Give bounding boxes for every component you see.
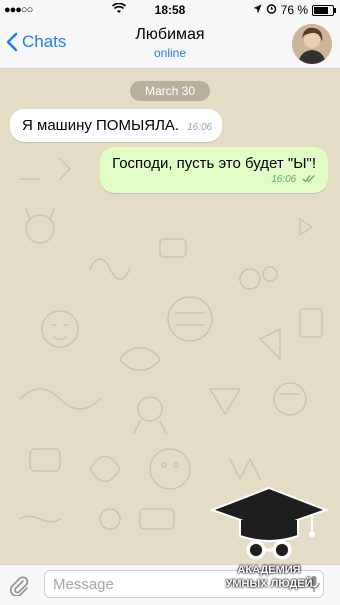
contact-info[interactable]: Любимая online bbox=[0, 26, 340, 60]
chat-header: Chats Любимая online bbox=[0, 20, 340, 69]
paperclip-icon bbox=[10, 576, 29, 597]
battery-percent: 76 % bbox=[280, 3, 308, 17]
graduation-cap-icon bbox=[209, 486, 329, 560]
contact-status: online bbox=[153, 46, 187, 60]
attach-button[interactable] bbox=[8, 574, 30, 601]
avatar[interactable] bbox=[292, 24, 332, 64]
watermark-logo: АКАДЕМИЯ УМНЫХ ЛЮДЕЙ bbox=[208, 484, 330, 596]
message-text: Я машину ПОМЫЯЛА. bbox=[22, 117, 180, 134]
message-time: 16:06 bbox=[187, 122, 213, 133]
alarm-icon bbox=[266, 3, 277, 17]
location-arrow-icon bbox=[253, 3, 262, 17]
status-bar: ●●●○○ 18:58 76 % bbox=[0, 0, 340, 20]
message-time: 16:06 bbox=[271, 174, 297, 185]
watermark-line-1: АКАДЕМИЯ bbox=[237, 564, 301, 576]
message-bubble-incoming[interactable]: Я машину ПОМЫЯЛА. 16:06 bbox=[10, 109, 223, 142]
watermark-line-2: УМНЫХ ЛЮДЕЙ bbox=[225, 578, 313, 590]
battery-icon bbox=[312, 4, 336, 16]
contact-name: Любимая bbox=[135, 26, 205, 43]
double-check-icon bbox=[302, 175, 315, 183]
date-separator: March 30 bbox=[130, 81, 210, 101]
message-bubble-outgoing[interactable]: Господи, пусть это будет "Ы"! 16:06 bbox=[100, 147, 328, 193]
message-text: Господи, пусть это будет "Ы"! bbox=[112, 155, 316, 172]
